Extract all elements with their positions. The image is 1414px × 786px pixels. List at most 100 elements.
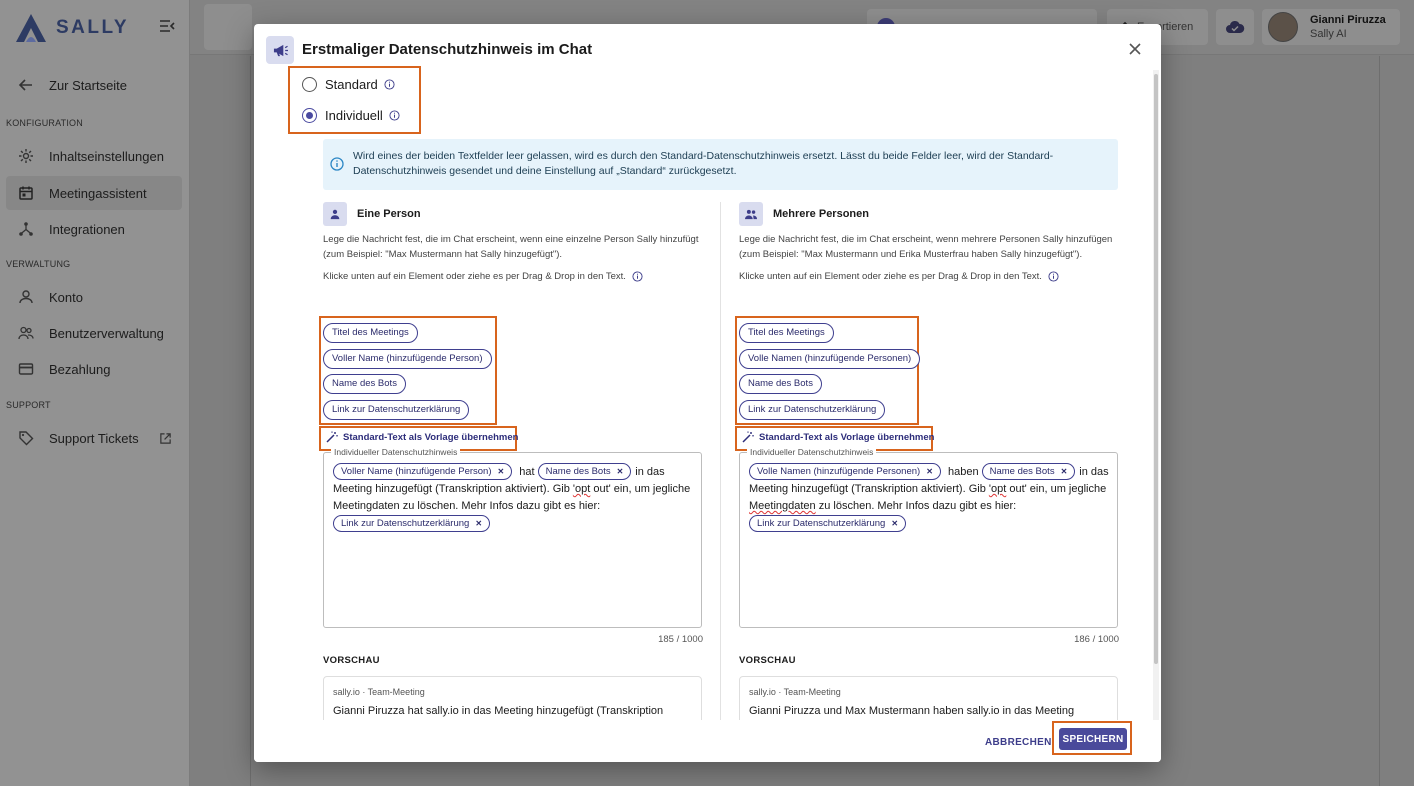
back-label: Zur Startseite <box>49 77 128 93</box>
section-verwaltung: VERWALTUNG <box>6 259 71 269</box>
preview-label: VORSCHAU <box>739 655 796 666</box>
radio-individuell[interactable]: Individuell <box>302 108 400 123</box>
magic-wand-icon <box>326 431 338 443</box>
remove-chip-icon[interactable]: ✕ <box>1061 467 1068 476</box>
inline-chip-privacy-link[interactable]: Link zur Datenschutzerklärung ✕ <box>333 515 491 532</box>
logo[interactable]: SALLY <box>14 12 129 44</box>
info-icon[interactable] <box>1048 271 1059 282</box>
cancel-button[interactable]: ABBRECHEN <box>985 731 1052 753</box>
info-icon[interactable] <box>384 79 395 90</box>
tag-icon <box>19 431 34 446</box>
field-text: hat <box>519 465 535 478</box>
remove-chip-icon[interactable]: ✕ <box>891 519 898 528</box>
chip-bot-name[interactable]: Name des Bots <box>323 374 406 394</box>
person-icon <box>323 202 347 226</box>
remove-chip-icon[interactable]: ✕ <box>475 519 482 528</box>
hint-text: Klicke unten auf ein Element oder ziehe … <box>739 271 1042 282</box>
sidebar-item-benutzerverwaltung[interactable]: Benutzerverwaltung <box>6 316 182 350</box>
inline-chip-bot-name[interactable]: Name des Bots ✕ <box>981 463 1076 480</box>
column-description: Lege die Nachricht fest, die im Chat ers… <box>739 234 1113 260</box>
use-default-template-link[interactable]: Standard-Text als Vorlage übernehmen <box>326 431 518 443</box>
inline-chip-full-names[interactable]: Volle Namen (hinzufügende Personen) ✕ <box>749 463 941 480</box>
field-text: out' ein, um jegliche <box>1006 483 1107 495</box>
arrow-left-icon <box>18 79 32 91</box>
external-link-icon <box>160 432 171 444</box>
dialog-title: Erstmaliger Datenschutzhinweis im Chat <box>302 41 593 58</box>
remove-chip-icon[interactable]: ✕ <box>617 467 624 476</box>
inline-chip-privacy-link[interactable]: Link zur Datenschutzerklärung ✕ <box>749 515 907 532</box>
info-icon[interactable] <box>632 271 643 282</box>
char-counter: 185 / 1000 <box>658 634 703 645</box>
chip-meeting-title[interactable]: Titel des Meetings <box>323 323 418 343</box>
chip-privacy-link[interactable]: Link zur Datenschutzerklärung <box>323 400 470 420</box>
chip-meeting-title[interactable]: Titel des Meetings <box>739 323 834 343</box>
use-default-template-link[interactable]: Standard-Text als Vorlage übernehmen <box>742 431 934 443</box>
chip-text: Name des Bots <box>989 466 1055 477</box>
chip-full-names[interactable]: Volle Namen (hinzufügende Personen) <box>739 349 921 369</box>
sidebar-item-bezahlung[interactable]: Bezahlung <box>6 352 182 386</box>
radio-circle-selected[interactable] <box>302 108 317 123</box>
sidebar-item-support-tickets[interactable]: Support Tickets <box>6 421 182 455</box>
calendar-icon <box>19 186 33 200</box>
preview-meta: sally.io · Team-Meeting <box>749 687 841 697</box>
sidebar-item-integrationen[interactable]: Integrationen <box>6 212 182 246</box>
close-icon[interactable] <box>1128 42 1142 56</box>
section-support: SUPPORT <box>6 400 51 410</box>
sidebar-item-label: Integrationen <box>49 221 125 237</box>
sidebar-item-label: Benutzerverwaltung <box>49 325 164 341</box>
cloud-done-icon <box>1226 20 1245 33</box>
column-header: Eine Person <box>323 202 421 226</box>
field-text: zu löschen. Mehr Infos dazu gibt es hier… <box>815 500 1017 512</box>
chip-privacy-link[interactable]: Link zur Datenschutzerklärung <box>739 400 886 420</box>
save-button[interactable]: SPEICHERN <box>1059 728 1127 750</box>
custom-notice-field-multiple[interactable]: Individueller Datenschutzhinweis Volle N… <box>739 447 1118 628</box>
sidebar-item-label: Support Tickets <box>49 430 139 446</box>
hub-icon <box>19 222 33 236</box>
chip-text: Voller Name (hinzufügende Person) <box>341 466 492 477</box>
sidebar-item-meetingassistent[interactable]: Meetingassistent <box>6 176 182 210</box>
chip-text: Link zur Datenschutzerklärung <box>757 518 886 529</box>
user-org: Sally AI <box>1310 28 1347 40</box>
sidebar-item-label: Inhaltseinstellungen <box>49 148 164 164</box>
cloud-sync-button[interactable] <box>1216 9 1254 45</box>
field-label: Individueller Datenschutzhinweis <box>747 447 877 457</box>
sally-logo-icon <box>16 14 46 42</box>
radio-standard[interactable]: Standard <box>302 77 395 92</box>
radio-circle[interactable] <box>302 77 317 92</box>
field-content[interactable]: Volle Namen (hinzufügende Personen) ✕ hab… <box>749 463 1109 533</box>
chip-text: Volle Namen (hinzufügende Personen) <box>757 466 921 477</box>
user-menu[interactable]: Gianni Piruzza Sally AI <box>1262 9 1400 45</box>
back-to-home-link[interactable]: Zur Startseite <box>6 68 182 102</box>
inline-chip-full-name[interactable]: Voller Name (hinzufügende Person) ✕ <box>333 463 513 480</box>
info-icon[interactable] <box>389 110 400 121</box>
gear-icon <box>19 149 33 163</box>
sidebar-item-label: Meetingassistent <box>49 185 147 201</box>
megaphone-icon <box>266 36 294 64</box>
field-content[interactable]: Voller Name (hinzufügende Person) ✕ hat N… <box>333 463 693 533</box>
field-text: haben <box>947 465 979 478</box>
inline-chip-bot-name[interactable]: Name des Bots ✕ <box>537 463 632 480</box>
column-hint: Klicke unten auf ein Element oder ziehe … <box>323 271 643 282</box>
dialog-footer: ABBRECHEN SPEICHERN <box>254 720 1161 762</box>
radio-label: Standard <box>325 77 378 92</box>
remove-chip-icon[interactable]: ✕ <box>498 467 505 476</box>
user-name: Gianni Piruzza <box>1310 14 1386 26</box>
column-hint: Klicke unten auf ein Element oder ziehe … <box>739 271 1059 282</box>
spellcheck-word: Meetingdaten <box>749 500 816 512</box>
column-multiple-persons: Mehrere Personen Lege die Nachricht fest… <box>735 202 1119 762</box>
chip-bot-name[interactable]: Name des Bots <box>739 374 822 394</box>
custom-notice-field-single[interactable]: Individueller Datenschutzhinweis Voller … <box>323 447 702 628</box>
magic-wand-icon <box>742 431 754 443</box>
privacy-notice-dialog: Erstmaliger Datenschutzhinweis im Chat S… <box>254 24 1161 762</box>
spellcheck-word: 'opt <box>988 483 1007 495</box>
section-konfiguration: KONFIGURATION <box>6 118 83 128</box>
sidebar-item-inhaltseinstellungen[interactable]: Inhaltseinstellungen <box>6 139 182 173</box>
sidebar-item-label: Bezahlung <box>49 361 111 377</box>
column-divider <box>720 202 721 722</box>
hint-text: Klicke unten auf ein Element oder ziehe … <box>323 271 626 282</box>
collapse-menu-icon[interactable] <box>158 18 176 34</box>
chip-full-name[interactable]: Voller Name (hinzufügende Person) <box>323 349 492 369</box>
remove-chip-icon[interactable]: ✕ <box>926 467 933 476</box>
sidebar-item-konto[interactable]: Konto <box>6 280 182 314</box>
scrollbar-thumb[interactable] <box>1154 74 1158 664</box>
